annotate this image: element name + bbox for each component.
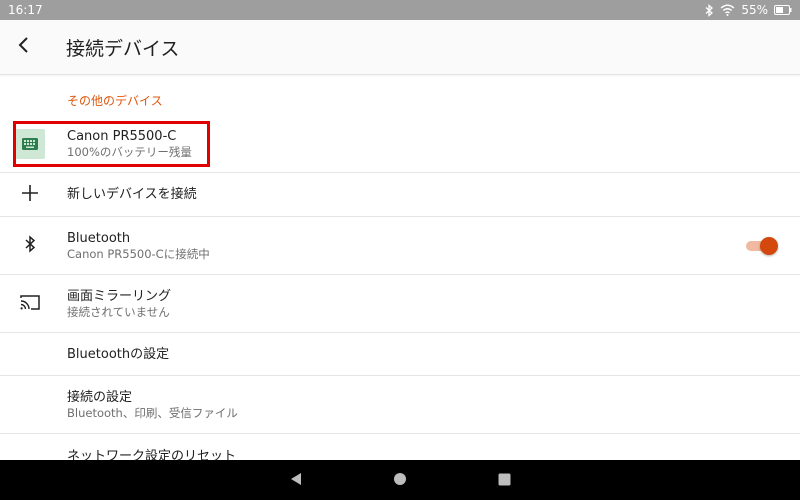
keyboard-icon [15, 128, 45, 159]
bluetooth-settings-row[interactable]: Bluetoothの設定 [0, 333, 800, 376]
battery-percentage: 55% [741, 3, 768, 17]
bluetooth-label: Bluetooth [67, 230, 131, 246]
device-row-canon[interactable]: Canon PR5500-C 100%のバッテリー残量 [0, 115, 800, 173]
status-bar: 16:17 55% [0, 0, 800, 20]
bluetooth-settings-label: Bluetoothの設定 [67, 346, 170, 362]
bluetooth-status: Canon PR5500-Cに接続中 [67, 246, 210, 261]
nav-recents-button[interactable] [494, 470, 514, 490]
recents-square-icon [498, 471, 511, 490]
back-button[interactable] [0, 23, 48, 71]
screen-mirroring-row[interactable]: 画面ミラーリング 接続されていません [0, 275, 800, 333]
status-time: 16:17 [8, 3, 43, 17]
screen-mirroring-label: 画面ミラーリング [67, 288, 172, 304]
bluetooth-row[interactable]: Bluetooth Canon PR5500-Cに接続中 [0, 217, 800, 275]
back-arrow-icon [17, 36, 31, 58]
toggle-thumb [760, 236, 778, 255]
plus-icon [21, 184, 39, 206]
navigation-bar [0, 460, 800, 500]
back-triangle-icon [290, 471, 302, 490]
connection-settings-row[interactable]: 接続の設定 Bluetooth、印刷、受信ファイル [0, 376, 800, 434]
section-header-other-devices: その他のデバイス [67, 94, 163, 108]
nav-back-button[interactable] [286, 470, 306, 490]
page-title: 接続デバイス [66, 37, 180, 60]
wifi-icon [720, 4, 735, 16]
nav-home-button[interactable] [390, 470, 410, 490]
new-device-label: 新しいデバイスを接続 [67, 187, 197, 202]
device-battery-status: 100%のバッテリー残量 [67, 144, 192, 159]
network-reset-label: ネットワーク設定のリセット [67, 448, 237, 461]
status-icons: 55% [704, 3, 792, 17]
cast-icon [20, 294, 40, 314]
new-device-row[interactable]: 新しいデバイスを接続 [0, 173, 800, 217]
connection-settings-label: 接続の設定 [67, 389, 133, 405]
network-reset-row[interactable]: ネットワーク設定のリセット [0, 434, 800, 461]
home-circle-icon [393, 471, 407, 490]
bluetooth-toggle[interactable] [744, 236, 778, 255]
connection-settings-subtitle: Bluetooth、印刷、受信ファイル [67, 405, 238, 420]
bluetooth-icon [704, 3, 714, 17]
settings-list: その他のデバイス Canon PR5500-C 100%のバッテリー残量 新しい… [0, 75, 800, 460]
screen-mirroring-status: 接続されていません [67, 304, 170, 319]
device-name: Canon PR5500-C [67, 128, 177, 144]
app-bar: 接続デバイス [0, 20, 800, 75]
bluetooth-icon [24, 234, 36, 257]
battery-icon [774, 5, 792, 15]
